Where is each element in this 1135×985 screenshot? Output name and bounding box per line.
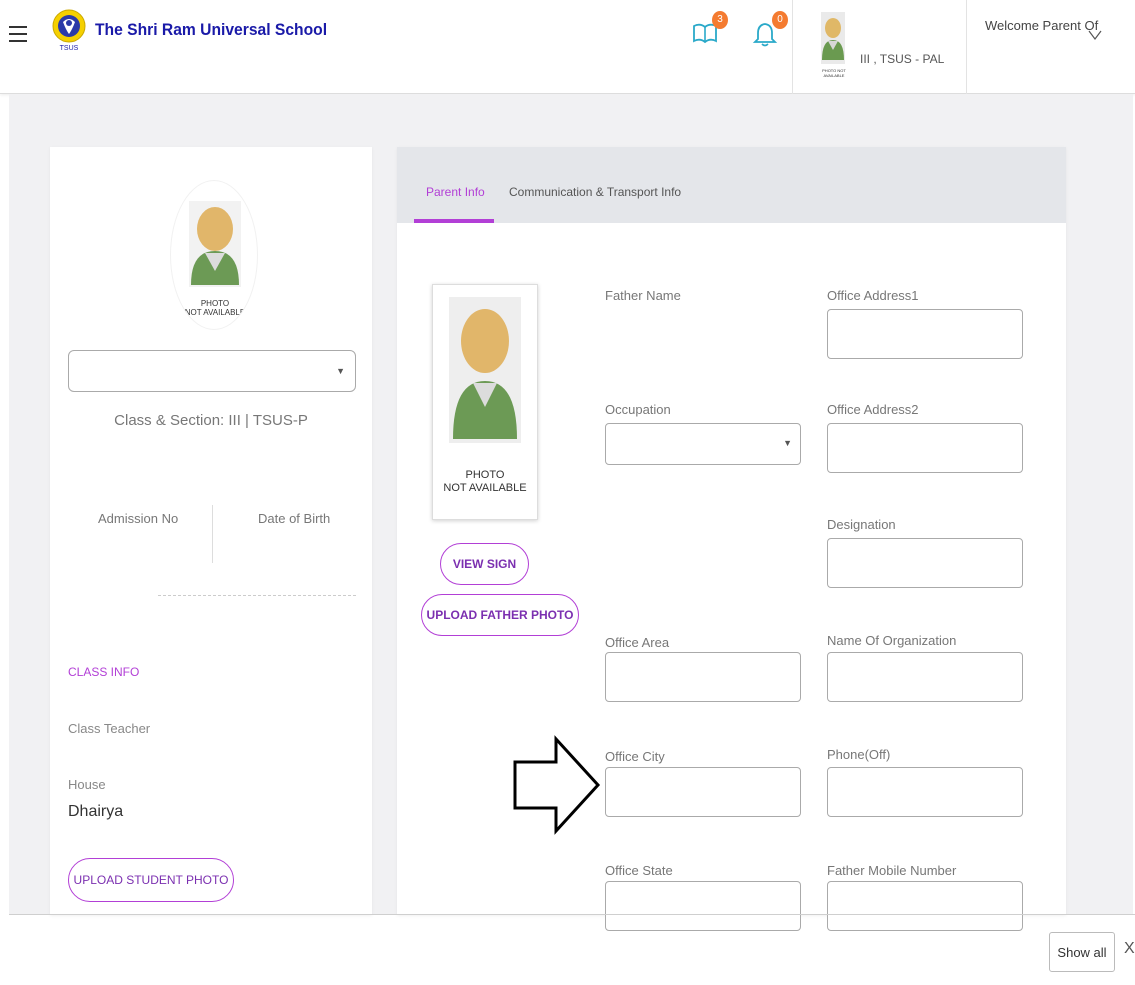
house-value: Dhairya — [68, 803, 124, 820]
profile-thumb-caption: PHOTO NOT AVAILABLE — [822, 68, 846, 78]
homework-icon[interactable]: 3 — [692, 11, 728, 50]
top-bar: TSUS The Shri Ram Universal School 3 0 P… — [0, 0, 1135, 94]
parent-info-card: Parent Info Communication & Transport In… — [397, 147, 1066, 931]
father-mobile-label: Father Mobile Number — [827, 863, 957, 878]
homework-badge: 3 — [712, 11, 728, 29]
upload-father-photo-button[interactable]: UPLOAD FATHER PHOTO — [421, 594, 579, 636]
dropdown-caret-icon: ▼ — [783, 438, 792, 448]
office-address1-label: Office Address1 — [827, 288, 919, 303]
upload-student-photo-button[interactable]: UPLOAD STUDENT PHOTO — [68, 858, 234, 902]
student-select[interactable]: ▼ — [68, 350, 356, 392]
designation-input[interactable] — [827, 538, 1023, 588]
show-all-button[interactable]: Show all — [1049, 932, 1115, 972]
house-label: House — [68, 777, 106, 792]
phone-off-label: Phone(Off) — [827, 747, 891, 762]
right-arrow-annotation-icon — [513, 735, 601, 835]
name-of-organization-label: Name Of Organization — [827, 633, 957, 648]
chevron-down-icon[interactable] — [1088, 30, 1102, 40]
download-bar-divider — [9, 914, 1135, 915]
dashed-divider — [158, 595, 356, 596]
father-mobile-input[interactable] — [827, 881, 1023, 931]
dropdown-caret-icon: ▼ — [336, 366, 345, 376]
phone-off-input[interactable] — [827, 767, 1023, 817]
student-photo-caption: PHOTO NOT AVAILABLE — [184, 299, 246, 317]
office-area-input[interactable] — [605, 652, 801, 702]
class-teacher-label: Class Teacher — [68, 721, 151, 736]
office-address2-label: Office Address2 — [827, 402, 919, 417]
date-of-birth-label: Date of Birth — [258, 511, 331, 526]
name-of-organization-input[interactable] — [827, 652, 1023, 702]
divider — [966, 0, 967, 94]
office-city-label: Office City — [605, 749, 665, 764]
logo-text: TSUS — [60, 45, 79, 52]
occupation-label: Occupation — [605, 402, 671, 417]
office-address2-input[interactable] — [827, 423, 1023, 473]
notification-badge: 0 — [772, 11, 788, 29]
student-info-card: PHOTO NOT AVAILABLE ▼ Class & Section: I… — [50, 147, 372, 915]
father-photo[interactable]: PHOTO NOT AVAILABLE — [432, 284, 538, 520]
tab-communication-transport[interactable]: Communication & Transport Info — [509, 185, 681, 199]
school-name: The Shri Ram Universal School — [95, 20, 328, 39]
divider — [792, 0, 793, 94]
welcome-text: Welcome Parent Of — [985, 18, 1099, 33]
office-address1-input[interactable] — [827, 309, 1023, 359]
profile-class-text: III , TSUS - PAL — [860, 52, 945, 66]
student-profile-thumbnail[interactable]: PHOTO NOT AVAILABLE — [817, 10, 851, 90]
class-info-heading: CLASS INFO — [68, 665, 140, 679]
office-state-label: Office State — [605, 863, 673, 878]
office-area-label: Office Area — [605, 635, 670, 650]
view-sign-button[interactable]: VIEW SIGN — [440, 543, 529, 585]
active-tab-indicator — [414, 219, 494, 223]
tabs-bar: Parent Info Communication & Transport In… — [397, 147, 1066, 223]
close-download-bar-button[interactable]: X — [1124, 940, 1135, 958]
divider — [212, 505, 213, 563]
notification-bell-icon[interactable]: 0 — [752, 11, 788, 50]
occupation-select[interactable]: ▼ — [605, 423, 801, 465]
father-photo-caption: PHOTO NOT AVAILABLE — [443, 469, 527, 494]
office-city-input[interactable] — [605, 767, 801, 817]
office-state-input[interactable] — [605, 881, 801, 931]
menu-icon[interactable] — [9, 26, 27, 42]
school-logo[interactable]: TSUS — [52, 8, 86, 54]
father-name-label: Father Name — [605, 288, 681, 303]
admission-no-label: Admission No — [98, 511, 179, 526]
class-section-text: Class & Section: III | TSUS-P — [114, 412, 308, 429]
student-avatar[interactable]: PHOTO NOT AVAILABLE — [170, 180, 258, 330]
designation-label: Designation — [827, 517, 896, 532]
tab-parent-info[interactable]: Parent Info — [426, 185, 485, 199]
